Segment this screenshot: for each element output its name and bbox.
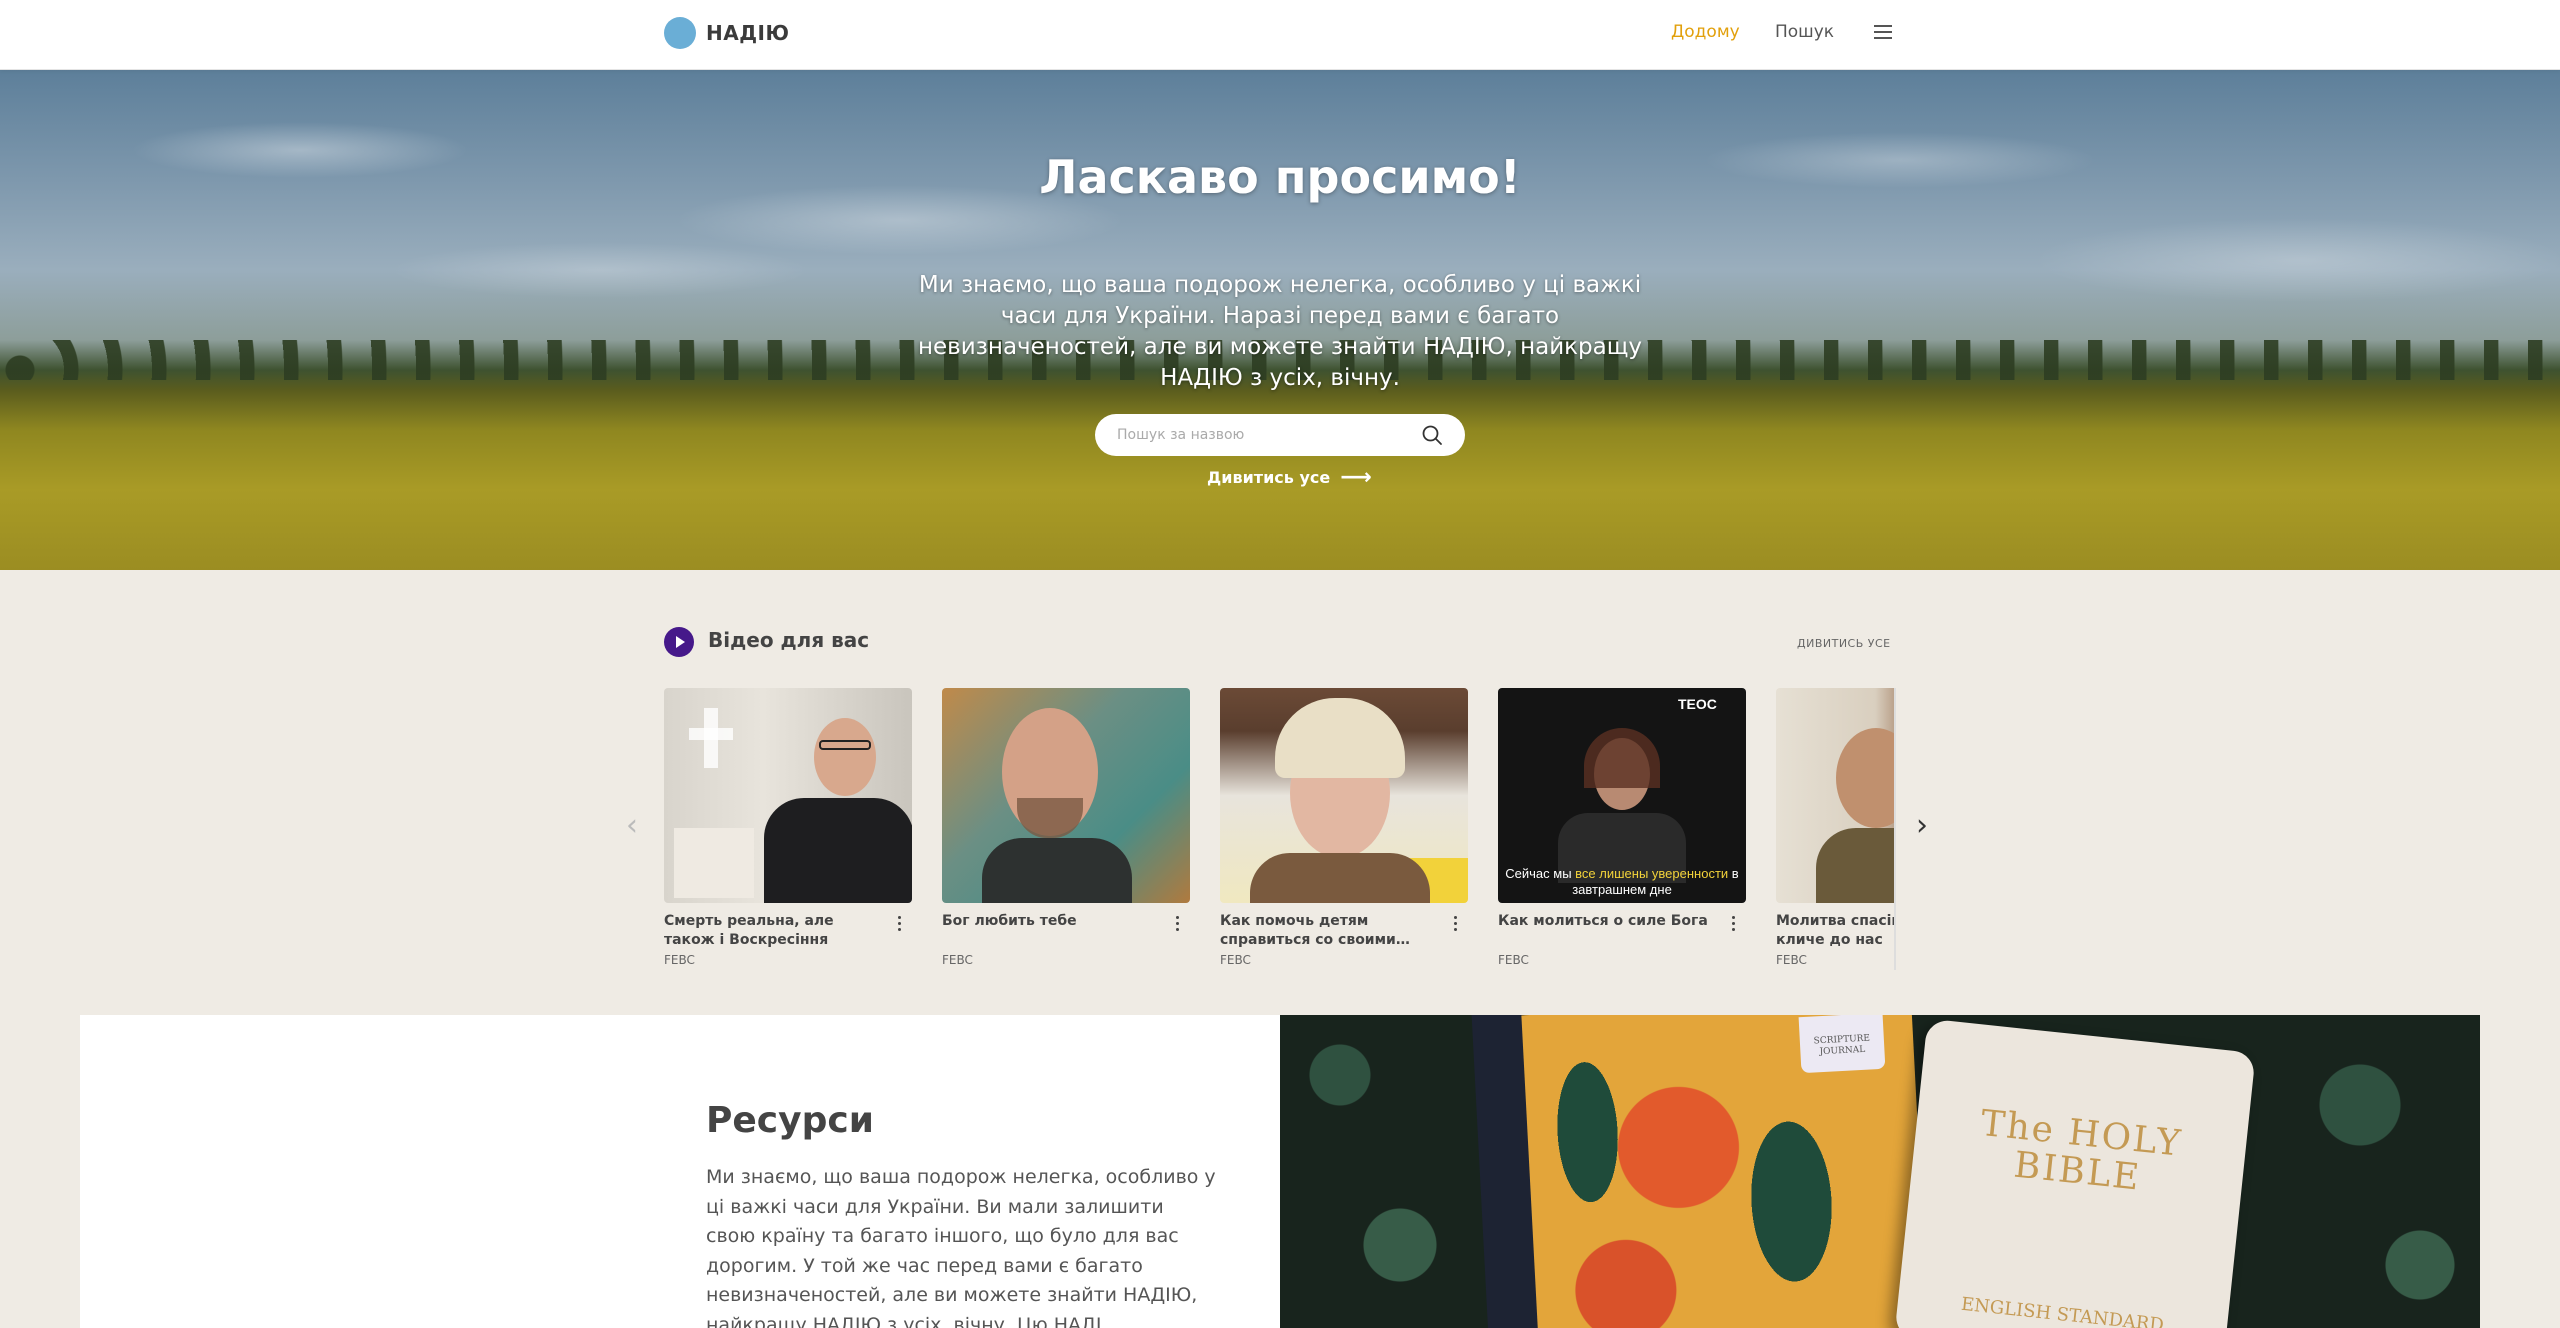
video-title[interactable]: Бог любить тебе <box>942 912 1162 931</box>
video-thumbnail[interactable] <box>1220 688 1468 903</box>
play-circle-icon <box>664 627 694 657</box>
more-options-icon[interactable] <box>1732 916 1736 934</box>
hero-see-all-label: Дивитись усе <box>1207 468 1331 487</box>
resources-description: Ми знаємо, що ваша подорож нелегка, особ… <box>706 1166 1216 1328</box>
more-options-icon[interactable] <box>1176 916 1180 934</box>
video-title[interactable]: Молитва спасіння — Бог кличе до нас <box>1776 912 1895 950</box>
carousel-next-icon[interactable]: › <box>1916 808 1928 843</box>
videos-section-title: Відео для вас <box>708 628 870 652</box>
more-options-icon[interactable] <box>898 916 902 934</box>
holy-bible-image: The HOLY BIBLE ENGLISH STANDARD <box>1894 1018 2256 1328</box>
teos-brand-logo: ТЕОС <box>1678 696 1717 712</box>
video-title[interactable]: Смерть реальна, але також і Воскресіння <box>664 912 884 950</box>
video-card[interactable]: Как помочь детям справиться со своими… F… <box>1220 688 1468 967</box>
video-card[interactable]: Молитва спасіння — Бог кличе до нас FEBC <box>1776 688 1895 967</box>
site-logo[interactable]: НАДІЮ <box>664 17 789 49</box>
resources-image: SCRIPTURE JOURNAL The HOLY BIBLE ENGLISH… <box>1280 1015 2480 1328</box>
search-icon[interactable] <box>1421 424 1443 446</box>
videos-see-all-link[interactable]: ДИВИТИСЬ УСЕ <box>1797 637 1891 650</box>
resources-title: Ресурси <box>706 1100 874 1141</box>
video-card[interactable]: Бог любить тебе FEBC <box>942 688 1190 967</box>
video-caption: Сейчас мы все лишены уверенности в завтр… <box>1505 866 1739 897</box>
resources-text-panel: Ресурси Ми знаємо, що ваша подорож нелег… <box>80 1015 1280 1328</box>
nav-home-link[interactable]: Додому <box>1671 22 1740 42</box>
hamburger-menu-icon[interactable] <box>1874 25 1892 41</box>
logo-text: НАДІЮ <box>706 21 790 45</box>
bible-subtitle: ENGLISH STANDARD <box>1960 1293 2165 1328</box>
video-thumbnail[interactable] <box>664 688 912 903</box>
hero-title: Ласкаво просимо! <box>1039 150 1521 204</box>
search-input[interactable] <box>1117 424 1397 446</box>
nav-search-link[interactable]: Пошук <box>1775 22 1834 42</box>
resources-section: Ресурси Ми знаємо, що ваша подорож нелег… <box>80 1015 2480 1328</box>
video-source: FEBC <box>1498 953 1529 967</box>
video-source: FEBC <box>942 953 973 967</box>
video-title[interactable]: Как молиться о силе Бога <box>1498 912 1718 931</box>
video-carousel: Смерть реальна, але також і Воскресіння … <box>664 688 1895 978</box>
video-thumbnail[interactable] <box>1776 688 1895 903</box>
hero-search-box <box>1095 414 1465 456</box>
video-source: FEBC <box>1776 953 1807 967</box>
video-thumbnail[interactable]: ТЕОС Сейчас мы все лишены уверенности в … <box>1498 688 1746 903</box>
video-title[interactable]: Как помочь детям справиться со своими… <box>1220 912 1440 950</box>
more-options-icon[interactable] <box>1454 916 1458 934</box>
hero-description: Ми знаємо, що ваша подорож нелегка, особ… <box>917 272 1643 391</box>
journal-tag-label: SCRIPTURE JOURNAL <box>1798 1015 1886 1074</box>
carousel-edge <box>1894 688 1896 970</box>
carousel-prev-icon[interactable]: ‹ <box>626 808 638 843</box>
bible-title: The HOLY BIBLE <box>1978 1102 2185 1199</box>
video-card[interactable]: Смерть реальна, але також і Воскресіння … <box>664 688 912 967</box>
logo-circle-icon <box>664 17 696 49</box>
video-thumbnail[interactable] <box>942 688 1190 903</box>
video-source: FEBC <box>664 953 695 967</box>
video-source: FEBC <box>1220 953 1251 967</box>
hero-banner: Ласкаво просимо! Ми знаємо, що ваша подо… <box>0 70 2560 570</box>
arrow-right-icon: ⟶ <box>1340 464 1372 490</box>
video-card[interactable]: ТЕОС Сейчас мы все лишены уверенности в … <box>1498 688 1746 967</box>
hero-see-all-link[interactable]: Дивитись усе ⟶ <box>1207 464 1372 490</box>
top-navbar: НАДІЮ Додому Пошук <box>0 0 2560 70</box>
